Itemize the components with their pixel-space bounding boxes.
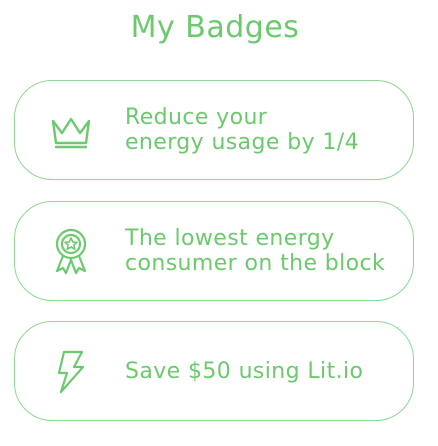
badge-card-lowest-consumer[interactable]: The lowest energy consumer on the block	[14, 201, 414, 301]
badge-card-save-money[interactable]: Save $50 using Lit.io	[14, 321, 414, 421]
badge-line: energy usage by 1/4	[125, 130, 360, 155]
crown-icon	[47, 106, 95, 156]
badge-card-reduce-usage[interactable]: Reduce your energy usage by 1/4	[14, 80, 414, 180]
badge-description: The lowest energy consumer on the block	[125, 202, 385, 300]
badge-line: Save $50 using Lit.io	[125, 358, 364, 384]
badge-line: The lowest energy	[125, 226, 335, 251]
award-ribbon-icon	[47, 227, 95, 277]
lightning-bolt-icon	[47, 347, 95, 397]
badge-line: consumer on the block	[125, 251, 386, 276]
badge-description: Reduce your energy usage by 1/4	[125, 81, 359, 179]
badge-line: Reduce your	[125, 105, 268, 130]
badge-description: Save $50 using Lit.io	[125, 322, 363, 420]
page-title: My Badges	[130, 10, 300, 45]
